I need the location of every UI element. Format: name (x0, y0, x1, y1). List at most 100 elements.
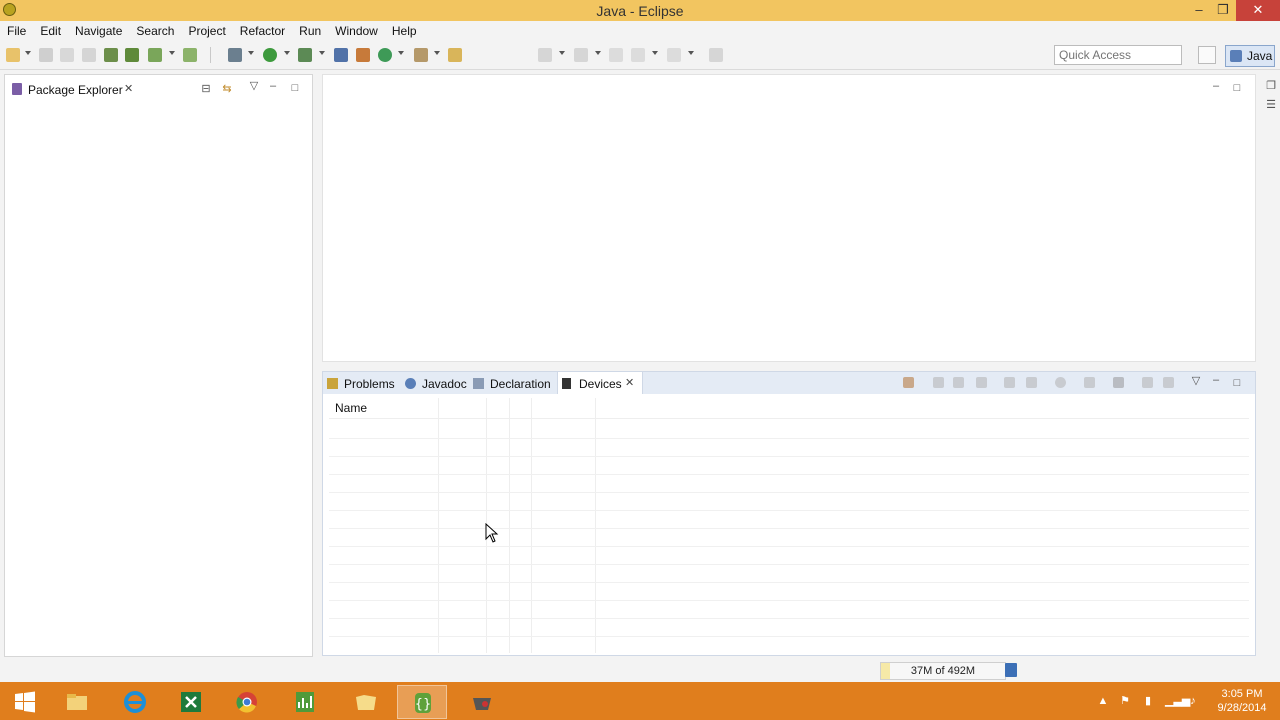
save-icon[interactable] (39, 48, 53, 62)
column-divider[interactable] (595, 398, 596, 653)
close-icon[interactable]: ✕ (124, 82, 133, 95)
lint-check-icon[interactable] (148, 48, 162, 62)
screen-capture-icon[interactable] (1084, 377, 1095, 388)
tab-declaration[interactable]: Declaration (469, 372, 555, 394)
tab-javadoc[interactable]: Javadoc (401, 372, 469, 394)
external-tools-dropdown-icon[interactable] (319, 51, 325, 55)
new-java-package-icon[interactable] (356, 48, 370, 62)
menu-navigate[interactable]: Navigate (68, 21, 129, 41)
volume-icon[interactable]: ♪ (1187, 695, 1199, 707)
update-threads-icon[interactable] (1004, 377, 1015, 388)
maximize-view-icon[interactable]: □ (1231, 377, 1243, 389)
forward-icon[interactable] (667, 48, 681, 62)
pin-editor-icon[interactable] (709, 48, 723, 62)
start-method-profiling-icon[interactable] (1026, 377, 1037, 388)
new-java-class-icon[interactable] (378, 48, 392, 62)
taskbar-folder[interactable] (341, 685, 391, 719)
run-icon[interactable] (263, 48, 277, 62)
menu-edit[interactable]: Edit (33, 21, 68, 41)
taskbar-internet-explorer[interactable] (110, 685, 160, 719)
maximize-view-icon[interactable]: □ (289, 82, 301, 94)
debug-icon[interactable] (228, 48, 242, 62)
dump-view-hierarchy-icon[interactable] (1113, 377, 1124, 388)
skip-breakpoints-icon[interactable] (334, 48, 348, 62)
dump-hprof-icon[interactable] (953, 377, 964, 388)
next-annotation-icon[interactable] (538, 48, 552, 62)
menu-run[interactable]: Run (292, 21, 328, 41)
menu-refactor[interactable]: Refactor (233, 21, 292, 41)
taskbar-file-explorer[interactable] (52, 685, 102, 719)
show-hidden-icons-icon[interactable]: ▲ (1097, 695, 1109, 707)
previous-annotation-dropdown-icon[interactable] (595, 51, 601, 55)
outline-trim-icon[interactable]: ☰ (1265, 99, 1277, 111)
java-perspective-button[interactable]: Java (1225, 45, 1275, 67)
back-icon[interactable] (631, 48, 645, 62)
debug-dropdown-icon[interactable] (248, 51, 254, 55)
menu-search[interactable]: Search (129, 21, 181, 41)
systrace-icon[interactable] (1142, 377, 1153, 388)
open-perspective-icon[interactable] (1198, 46, 1216, 64)
quick-access-input[interactable] (1054, 45, 1182, 65)
restore-trim-icon[interactable]: ❐ (1265, 80, 1277, 92)
new-class-dropdown-icon[interactable] (398, 51, 404, 55)
menu-window[interactable]: Window (328, 21, 385, 41)
column-divider[interactable] (509, 398, 510, 653)
minimize-view-icon[interactable]: – (1210, 374, 1222, 386)
search-icon[interactable] (414, 48, 428, 62)
close-button[interactable]: ✕ (1236, 0, 1280, 21)
opengl-trace-icon[interactable] (1163, 377, 1174, 388)
devices-table[interactable]: Name (329, 398, 1249, 653)
minimize-view-icon[interactable]: – (267, 80, 279, 92)
new-android-project-icon[interactable] (183, 48, 197, 62)
taskbar-clock[interactable]: 3:05 PM 9/28/2014 (1212, 687, 1272, 715)
external-tools-icon[interactable] (298, 48, 312, 62)
view-menu-icon[interactable]: ▽ (1190, 375, 1202, 387)
close-icon[interactable]: ✕ (625, 376, 634, 389)
action-center-flag-icon[interactable]: ⚑ (1119, 695, 1131, 707)
taskbar-chrome[interactable] (222, 685, 272, 719)
update-heap-icon[interactable] (933, 377, 944, 388)
lint-dropdown-icon[interactable] (169, 51, 175, 55)
print-icon[interactable] (82, 48, 96, 62)
column-divider[interactable] (531, 398, 532, 653)
editor-area[interactable]: – □ (322, 74, 1256, 362)
restore-button[interactable]: ❐ (1209, 0, 1237, 21)
open-type-icon[interactable] (448, 48, 462, 62)
new-icon[interactable] (6, 48, 20, 62)
last-edit-location-icon[interactable] (609, 48, 623, 62)
menu-project[interactable]: Project (181, 21, 232, 41)
taskbar-monitor[interactable] (280, 685, 330, 719)
menu-help[interactable]: Help (385, 21, 424, 41)
column-header-name[interactable]: Name (335, 401, 367, 415)
battery-icon[interactable]: ▮ (1142, 695, 1154, 707)
debug-process-icon[interactable] (903, 377, 914, 388)
save-all-icon[interactable] (60, 48, 74, 62)
network-signal-icon[interactable]: ▁▃▅ (1165, 695, 1190, 707)
tab-devices[interactable]: Devices ✕ (557, 372, 643, 394)
taskbar-android-tool[interactable] (457, 685, 507, 719)
cause-gc-icon[interactable] (976, 377, 987, 388)
avd-manager-icon[interactable] (125, 48, 139, 62)
link-with-editor-icon[interactable]: ⇆ (221, 83, 233, 95)
run-dropdown-icon[interactable] (284, 51, 290, 55)
heap-status[interactable]: 37M of 492M (880, 662, 1006, 680)
view-menu-icon[interactable]: ▽ (248, 80, 260, 92)
sdk-manager-icon[interactable] (104, 48, 118, 62)
column-divider[interactable] (438, 398, 439, 653)
forward-dropdown-icon[interactable] (688, 51, 694, 55)
new-dropdown-icon[interactable] (25, 51, 31, 55)
run-garbage-collector-icon[interactable] (1005, 663, 1017, 677)
taskbar-excel[interactable] (166, 685, 216, 719)
next-annotation-dropdown-icon[interactable] (559, 51, 565, 55)
previous-annotation-icon[interactable] (574, 48, 588, 62)
collapse-all-icon[interactable]: ⊟ (200, 83, 212, 95)
back-dropdown-icon[interactable] (652, 51, 658, 55)
stop-process-icon[interactable] (1055, 377, 1066, 388)
maximize-editor-icon[interactable]: □ (1231, 82, 1243, 94)
minimize-editor-icon[interactable]: – (1210, 80, 1222, 92)
menu-file[interactable]: File (0, 21, 33, 41)
search-dropdown-icon[interactable] (434, 51, 440, 55)
tab-problems[interactable]: Problems (323, 372, 401, 394)
taskbar-eclipse[interactable]: {} (397, 685, 447, 719)
start-button[interactable] (0, 685, 50, 719)
